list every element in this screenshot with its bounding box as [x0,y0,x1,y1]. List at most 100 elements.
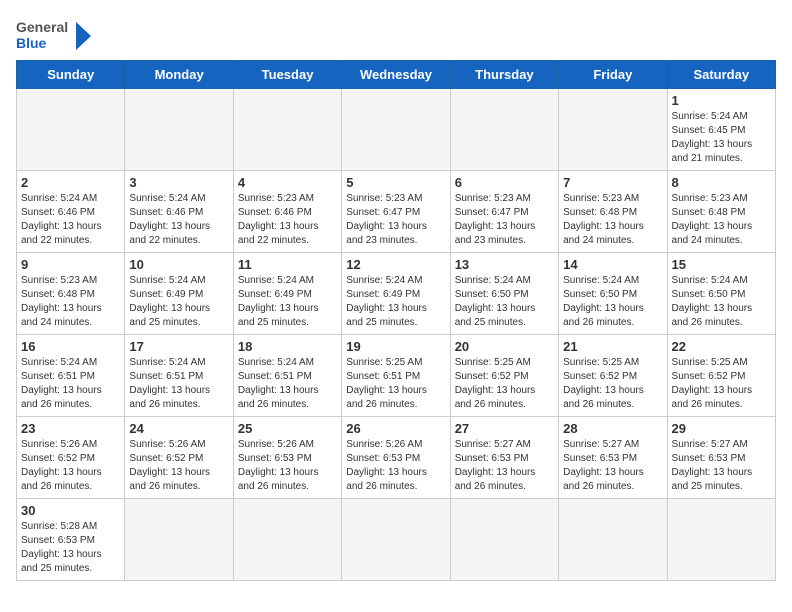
day-info: Sunrise: 5:24 AMSunset: 6:50 PMDaylight:… [672,274,771,330]
weekday-header-saturday: Saturday [667,61,775,89]
calendar-cell: 10 Sunrise: 5:24 AMSunset: 6:49 PMDayligh… [125,253,233,335]
calendar-cell: 2 Sunrise: 5:24 AMSunset: 6:46 PMDaylight… [17,171,125,253]
calendar-cell: 20 Sunrise: 5:25 AMSunset: 6:52 PMDayligh… [450,335,558,417]
day-info: Sunrise: 5:24 AMSunset: 6:46 PMDaylight:… [21,192,120,248]
day-info: Sunrise: 5:23 AMSunset: 6:48 PMDaylight:… [21,274,120,330]
day-number: 10 [129,257,228,272]
day-number: 24 [129,421,228,436]
day-info: Sunrise: 5:24 AMSunset: 6:49 PMDaylight:… [129,274,228,330]
day-info: Sunrise: 5:23 AMSunset: 6:48 PMDaylight:… [672,192,771,248]
calendar-week-3: 9 Sunrise: 5:23 AMSunset: 6:48 PMDaylight… [17,253,776,335]
calendar-cell [17,89,125,171]
calendar-cell: 15 Sunrise: 5:24 AMSunset: 6:50 PMDayligh… [667,253,775,335]
day-info: Sunrise: 5:25 AMSunset: 6:52 PMDaylight:… [563,356,662,412]
calendar-cell: 22Sunrise: 5:25 AMSunset: 6:52 PMDayligh… [667,335,775,417]
day-info: Sunrise: 5:23 AMSunset: 6:47 PMDaylight:… [455,192,554,248]
calendar-cell: 14 Sunrise: 5:24 AMSunset: 6:50 PMDayligh… [559,253,667,335]
day-number: 19 [346,339,445,354]
weekday-header-friday: Friday [559,61,667,89]
day-info: Sunrise: 5:24 AMSunset: 6:50 PMDaylight:… [563,274,662,330]
generalblue-logo: GeneralBlue [16,16,96,56]
day-info: Sunrise: 5:23 AMSunset: 6:46 PMDaylight:… [238,192,337,248]
calendar-cell [559,89,667,171]
day-number: 30 [21,503,120,518]
day-number: 13 [455,257,554,272]
day-info: Sunrise: 5:24 AMSunset: 6:51 PMDaylight:… [129,356,228,412]
day-number: 21 [563,339,662,354]
day-number: 9 [21,257,120,272]
day-info: Sunrise: 5:23 AMSunset: 6:48 PMDaylight:… [563,192,662,248]
calendar-cell: 17Sunrise: 5:24 AMSunset: 6:51 PMDayligh… [125,335,233,417]
calendar-cell: 7 Sunrise: 5:23 AMSunset: 6:48 PMDaylight… [559,171,667,253]
weekday-header-thursday: Thursday [450,61,558,89]
calendar-cell: 4Sunrise: 5:23 AMSunset: 6:46 PMDaylight… [233,171,341,253]
day-number: 15 [672,257,771,272]
calendar-cell: 18 Sunrise: 5:24 AMSunset: 6:51 PMDayligh… [233,335,341,417]
day-info: Sunrise: 5:26 AMSunset: 6:52 PMDaylight:… [129,438,228,494]
day-info: Sunrise: 5:24 AMSunset: 6:49 PMDaylight:… [346,274,445,330]
day-number: 23 [21,421,120,436]
calendar-cell [125,499,233,581]
calendar-cell [342,499,450,581]
calendar-cell: 26Sunrise: 5:26 AMSunset: 6:53 PMDayligh… [342,417,450,499]
weekday-header-wednesday: Wednesday [342,61,450,89]
calendar-cell [125,89,233,171]
day-info: Sunrise: 5:24 AMSunset: 6:46 PMDaylight:… [129,192,228,248]
day-info: Sunrise: 5:28 AMSunset: 6:53 PMDaylight:… [21,520,120,576]
weekday-header-sunday: Sunday [17,61,125,89]
day-info: Sunrise: 5:24 AMSunset: 6:49 PMDaylight:… [238,274,337,330]
calendar-cell: 23Sunrise: 5:26 AMSunset: 6:52 PMDayligh… [17,417,125,499]
calendar-cell [450,89,558,171]
svg-text:Blue: Blue [16,35,47,51]
calendar-cell: 13Sunrise: 5:24 AMSunset: 6:50 PMDayligh… [450,253,558,335]
calendar-cell: 30 Sunrise: 5:28 AMSunset: 6:53 PMDayligh… [17,499,125,581]
weekday-header-monday: Monday [125,61,233,89]
day-number: 12 [346,257,445,272]
svg-text:General: General [16,19,68,35]
calendar-cell: 24 Sunrise: 5:26 AMSunset: 6:52 PMDayligh… [125,417,233,499]
calendar-cell [450,499,558,581]
day-info: Sunrise: 5:27 AMSunset: 6:53 PMDaylight:… [455,438,554,494]
calendar-cell: 16Sunrise: 5:24 AMSunset: 6:51 PMDayligh… [17,335,125,417]
calendar-week-2: 2 Sunrise: 5:24 AMSunset: 6:46 PMDaylight… [17,171,776,253]
header-area: GeneralBlue [16,16,776,56]
calendar-cell: 1 Sunrise: 5:24 AMSunset: 6:45 PMDaylight… [667,89,775,171]
calendar-cell [559,499,667,581]
day-info: Sunrise: 5:24 AMSunset: 6:45 PMDaylight:… [672,110,771,166]
calendar-cell: 12 Sunrise: 5:24 AMSunset: 6:49 PMDayligh… [342,253,450,335]
calendar-week-5: 23 Sunrise: 5:26 AMSunset: 6:52 PMDayligh… [17,417,776,499]
calendar-header: SundayMondayTuesdayWednesdayThursdayFrid… [17,61,776,89]
day-number: 29 [672,421,771,436]
calendar-cell: 28Sunrise: 5:27 AMSunset: 6:53 PMDayligh… [559,417,667,499]
day-info: Sunrise: 5:24 AMSunset: 6:51 PMDaylight:… [21,356,120,412]
calendar-cell: 25Sunrise: 5:26 AMSunset: 6:53 PMDayligh… [233,417,341,499]
calendar-table: SundayMondayTuesdayWednesdayThursdayFrid… [16,60,776,581]
day-number: 7 [563,175,662,190]
day-number: 1 [672,93,771,108]
calendar-body: 1 Sunrise: 5:24 AMSunset: 6:45 PMDaylight… [17,89,776,581]
day-number: 3 [129,175,228,190]
day-number: 14 [563,257,662,272]
day-number: 18 [238,339,337,354]
day-number: 20 [455,339,554,354]
day-info: Sunrise: 5:23 AMSunset: 6:47 PMDaylight:… [346,192,445,248]
calendar-cell: 8Sunrise: 5:23 AMSunset: 6:48 PMDaylight… [667,171,775,253]
weekday-header-tuesday: Tuesday [233,61,341,89]
day-number: 25 [238,421,337,436]
day-info: Sunrise: 5:24 AMSunset: 6:51 PMDaylight:… [238,356,337,412]
calendar-cell: 5 Sunrise: 5:23 AMSunset: 6:47 PMDaylight… [342,171,450,253]
calendar-week-1: 1 Sunrise: 5:24 AMSunset: 6:45 PMDaylight… [17,89,776,171]
day-info: Sunrise: 5:25 AMSunset: 6:51 PMDaylight:… [346,356,445,412]
day-number: 11 [238,257,337,272]
calendar-cell [342,89,450,171]
calendar-cell [667,499,775,581]
day-number: 2 [21,175,120,190]
calendar-cell: 29Sunrise: 5:27 AMSunset: 6:53 PMDayligh… [667,417,775,499]
day-info: Sunrise: 5:25 AMSunset: 6:52 PMDaylight:… [455,356,554,412]
day-info: Sunrise: 5:25 AMSunset: 6:52 PMDaylight:… [672,356,771,412]
calendar-week-6: 30 Sunrise: 5:28 AMSunset: 6:53 PMDayligh… [17,499,776,581]
calendar-cell: 6Sunrise: 5:23 AMSunset: 6:47 PMDaylight… [450,171,558,253]
day-number: 28 [563,421,662,436]
calendar-cell: 21 Sunrise: 5:25 AMSunset: 6:52 PMDayligh… [559,335,667,417]
day-number: 5 [346,175,445,190]
